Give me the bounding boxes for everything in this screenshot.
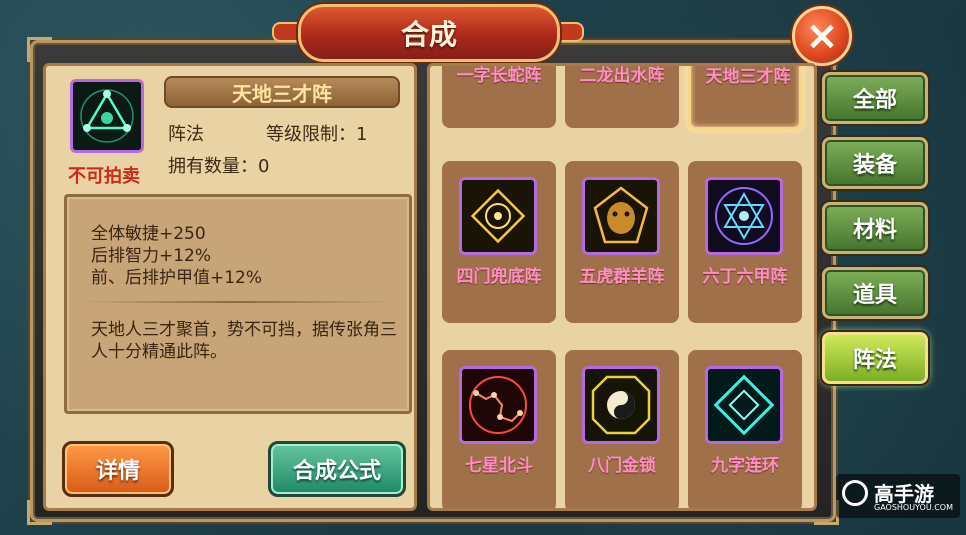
item-name: 天地三才阵 [164, 76, 400, 108]
seven-stars-formation-icon [459, 366, 537, 444]
tab-equipment[interactable]: 装备 [822, 137, 928, 189]
stat-line: 全体敏捷+250 [91, 224, 206, 244]
tab-items[interactable]: 道具 [822, 267, 928, 319]
grid-item-snake-formation[interactable]: 一字长蛇阵 [442, 66, 556, 128]
tab-formations[interactable]: 阵法 [822, 332, 928, 384]
tiger-formation-icon [582, 177, 660, 255]
formation-grid-panel[interactable]: 一字长蛇阵 二龙出水阵 天地三才阵 四门兜底阵 五虎群羊阵 六丁六甲阵 七星北斗… [427, 63, 817, 511]
four-gates-formation-icon [459, 177, 537, 255]
grid-item-bagua-formation[interactable]: 八门金锁 [565, 350, 679, 508]
close-button[interactable]: × [792, 6, 852, 66]
formation-grid: 一字长蛇阵 二龙出水阵 天地三才阵 四门兜底阵 五虎群羊阵 六丁六甲阵 七星北斗… [442, 66, 806, 508]
grid-item-label: 一字长蛇阵 [456, 66, 542, 86]
stat-line: 后排智力+12% [91, 246, 212, 266]
grid-item-nine-chain-formation[interactable]: 九字连环 [688, 350, 802, 508]
item-type: 阵法 [168, 124, 204, 145]
grid-item-triangle-formation[interactable]: 天地三才阵 [688, 66, 802, 130]
grid-item-label: 八门金锁 [588, 456, 656, 476]
owned-count: 拥有数量：0 [168, 156, 270, 177]
description-box: 全体敏捷+250 后排智力+12% 前、后排护甲值+12% 天地人三才聚首，势不… [64, 194, 412, 414]
dialog-title: 合成 [298, 4, 560, 62]
tradable-status: 不可拍卖 [68, 166, 140, 187]
frame-corner [27, 37, 52, 62]
hexagram-formation-icon [705, 177, 783, 255]
watermark-logo-icon [842, 480, 868, 506]
lore-text: 天地人三才聚首，势不可挡，据传张角三人十分精通此阵。 [91, 320, 397, 362]
grid-item-label: 天地三才阵 [705, 67, 791, 87]
grid-item-tiger-formation[interactable]: 五虎群羊阵 [565, 161, 679, 323]
stat-line: 前、后排护甲值+12% [91, 268, 263, 288]
grid-item-hexagram-formation[interactable]: 六丁六甲阵 [688, 161, 802, 323]
close-icon: × [805, 13, 839, 59]
stat-list: 全体敏捷+250 后排智力+12% 前、后排护甲值+12% [91, 223, 262, 289]
tab-materials[interactable]: 材料 [822, 202, 928, 254]
divider [81, 301, 395, 303]
grid-item-dragon-formation[interactable]: 二龙出水阵 [565, 66, 679, 128]
triangle-formation-icon [70, 79, 144, 153]
grid-item-label: 七星北斗 [465, 456, 533, 476]
watermark: 高手游 GAOSHOUYOU.COM [836, 474, 960, 518]
synthesis-formula-button[interactable]: 合成公式 [268, 441, 406, 497]
grid-item-label: 四门兜底阵 [456, 267, 542, 287]
grid-item-label: 五虎群羊阵 [579, 267, 665, 287]
level-limit: 等级限制：1 [266, 124, 368, 145]
grid-item-label: 六丁六甲阵 [702, 267, 788, 287]
watermark-subtext: GAOSHOUYOU.COM [874, 503, 954, 512]
detail-button[interactable]: 详情 [62, 441, 174, 497]
grid-item-label: 二龙出水阵 [579, 66, 665, 86]
tab-all[interactable]: 全部 [822, 72, 928, 124]
grid-item-label: 九字连环 [711, 456, 779, 476]
item-detail-panel: 不可拍卖 天地三才阵 阵法 等级限制：1 拥有数量：0 全体敏捷+250 后排智… [43, 63, 417, 511]
bagua-formation-icon [582, 366, 660, 444]
nine-chain-formation-icon [705, 366, 783, 444]
grid-item-four-gates-formation[interactable]: 四门兜底阵 [442, 161, 556, 323]
grid-item-seven-stars-formation[interactable]: 七星北斗 [442, 350, 556, 508]
